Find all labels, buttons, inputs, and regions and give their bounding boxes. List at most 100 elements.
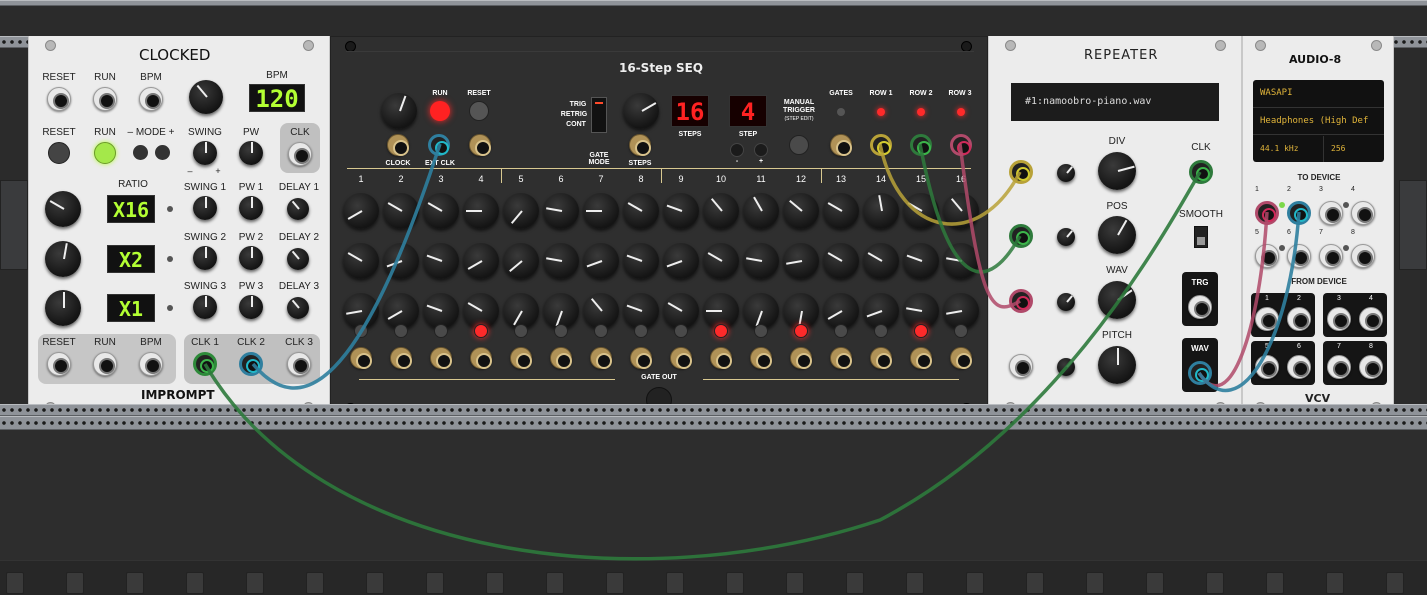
step-6-gate-button[interactable] bbox=[554, 324, 568, 338]
step-13-row-2-knob[interactable] bbox=[823, 243, 859, 279]
step-15-gate-button[interactable] bbox=[914, 324, 928, 338]
step-13-gate-button[interactable] bbox=[834, 324, 848, 338]
step-2-gate-button[interactable] bbox=[394, 324, 408, 338]
to-device-2-input-plug[interactable] bbox=[1287, 201, 1311, 225]
to-device-5-input-jack[interactable] bbox=[1255, 244, 1279, 268]
step-9-row-2-knob[interactable] bbox=[663, 243, 699, 279]
step-12-gate-button[interactable] bbox=[794, 324, 808, 338]
pos-knob[interactable] bbox=[1098, 216, 1136, 254]
mode-minus-button[interactable] bbox=[133, 145, 148, 160]
steps-input-jack[interactable] bbox=[629, 134, 651, 156]
run-input-jack[interactable] bbox=[93, 87, 117, 111]
to-device-7-input-jack[interactable] bbox=[1319, 244, 1343, 268]
step-14-gate-button[interactable] bbox=[874, 324, 888, 338]
step-14-row-1-knob[interactable] bbox=[863, 193, 899, 229]
row-3-output-plug[interactable] bbox=[950, 134, 972, 156]
clk-2-output-plug[interactable] bbox=[239, 352, 263, 376]
pos-cv-input-plug[interactable] bbox=[1009, 224, 1033, 248]
pitch-attenuator-knob[interactable] bbox=[1057, 358, 1075, 376]
step-10-row-2-knob[interactable] bbox=[703, 243, 739, 279]
from-device-5-output-jack[interactable] bbox=[1255, 355, 1279, 379]
reset-button[interactable] bbox=[48, 142, 70, 164]
step-6-row-2-knob[interactable] bbox=[543, 243, 579, 279]
step-1-row-1-knob[interactable] bbox=[343, 193, 379, 229]
step-12-row-1-knob[interactable] bbox=[783, 193, 819, 229]
swing-3-knob[interactable] bbox=[193, 295, 217, 319]
clk-input-plug[interactable] bbox=[1189, 160, 1213, 184]
manual-trigger-button[interactable] bbox=[789, 135, 809, 155]
step-14-row-2-knob[interactable] bbox=[863, 243, 899, 279]
block-size-select[interactable]: 256 bbox=[1331, 144, 1345, 153]
from-device-8-output-jack[interactable] bbox=[1359, 355, 1383, 379]
from-device-1-output-jack[interactable] bbox=[1255, 307, 1279, 331]
step-7-gate-button[interactable] bbox=[594, 324, 608, 338]
from-device-7-output-jack[interactable] bbox=[1327, 355, 1351, 379]
step-1-gate-output-jack[interactable] bbox=[350, 347, 372, 369]
step-minus-button[interactable] bbox=[730, 143, 744, 157]
step-2-row-2-knob[interactable] bbox=[383, 243, 419, 279]
step-4-gate-button[interactable] bbox=[474, 324, 488, 338]
step-12-gate-output-jack[interactable] bbox=[790, 347, 812, 369]
pw-2-knob[interactable] bbox=[239, 246, 263, 270]
pw-knob[interactable] bbox=[239, 141, 263, 165]
step-9-gate-output-jack[interactable] bbox=[670, 347, 692, 369]
clock-knob[interactable] bbox=[381, 93, 417, 129]
step-4-row-2-knob[interactable] bbox=[463, 243, 499, 279]
step-3-row-2-knob[interactable] bbox=[423, 243, 459, 279]
step-6-row-1-knob[interactable] bbox=[543, 193, 579, 229]
step-13-gate-output-jack[interactable] bbox=[830, 347, 852, 369]
driver-select[interactable]: WASAPI bbox=[1260, 88, 1293, 98]
reset-input-jack[interactable] bbox=[47, 87, 71, 111]
gates-output-jack[interactable] bbox=[830, 134, 852, 156]
pos-attenuator-knob[interactable] bbox=[1057, 228, 1075, 246]
div-knob[interactable] bbox=[1098, 152, 1136, 190]
sample-file-display[interactable]: #1:namoobro-piano.wav bbox=[1011, 83, 1219, 121]
ratio-knob-3[interactable] bbox=[45, 290, 81, 326]
step-10-gate-output-jack[interactable] bbox=[710, 347, 732, 369]
step-8-row-1-knob[interactable] bbox=[623, 193, 659, 229]
bpm-output-jack[interactable] bbox=[139, 352, 163, 376]
step-9-gate-button[interactable] bbox=[674, 324, 688, 338]
step-5-row-2-knob[interactable] bbox=[503, 243, 539, 279]
ext-clk-input-plug[interactable] bbox=[428, 134, 450, 156]
step-7-gate-output-jack[interactable] bbox=[590, 347, 612, 369]
step-15-row-2-knob[interactable] bbox=[903, 243, 939, 279]
ratio-knob-1[interactable] bbox=[45, 191, 81, 227]
delay-1-knob[interactable] bbox=[287, 198, 309, 220]
to-device-4-input-jack[interactable] bbox=[1351, 201, 1375, 225]
from-device-4-output-jack[interactable] bbox=[1359, 307, 1383, 331]
run-output-jack[interactable] bbox=[93, 352, 117, 376]
delay-3-knob[interactable] bbox=[287, 297, 309, 319]
mode-plus-button[interactable] bbox=[155, 145, 170, 160]
step-15-gate-output-jack[interactable] bbox=[910, 347, 932, 369]
swing-1-knob[interactable] bbox=[193, 196, 217, 220]
step-11-row-1-knob[interactable] bbox=[743, 193, 779, 229]
step-3-row-1-knob[interactable] bbox=[423, 193, 459, 229]
pitch-cv-input-jack[interactable] bbox=[1009, 354, 1033, 378]
step-plus-button[interactable] bbox=[754, 143, 768, 157]
pitch-knob[interactable] bbox=[1098, 346, 1136, 384]
device-select[interactable]: Headphones (High Def bbox=[1260, 116, 1384, 126]
to-device-6-input-jack[interactable] bbox=[1287, 244, 1311, 268]
to-device-1-input-plug[interactable] bbox=[1255, 201, 1279, 225]
step-5-gate-button[interactable] bbox=[514, 324, 528, 338]
wav-knob[interactable] bbox=[1098, 281, 1136, 319]
step-8-row-2-knob[interactable] bbox=[623, 243, 659, 279]
step-1-gate-button[interactable] bbox=[354, 324, 368, 338]
swing-knob[interactable] bbox=[193, 141, 217, 165]
trg-input-jack[interactable] bbox=[1188, 295, 1212, 319]
step-15-row-1-knob[interactable] bbox=[903, 193, 939, 229]
step-16-row-2-knob[interactable] bbox=[943, 243, 979, 279]
step-10-row-1-knob[interactable] bbox=[703, 193, 739, 229]
step-11-gate-output-jack[interactable] bbox=[750, 347, 772, 369]
from-device-6-output-jack[interactable] bbox=[1287, 355, 1311, 379]
run-button[interactable] bbox=[430, 101, 450, 121]
step-11-gate-button[interactable] bbox=[754, 324, 768, 338]
step-14-gate-output-jack[interactable] bbox=[870, 347, 892, 369]
step-4-gate-output-jack[interactable] bbox=[470, 347, 492, 369]
gate-mode-switch[interactable] bbox=[591, 97, 607, 133]
step-3-gate-output-jack[interactable] bbox=[430, 347, 452, 369]
pw-3-knob[interactable] bbox=[239, 295, 263, 319]
smooth-switch[interactable] bbox=[1194, 226, 1208, 248]
ratio-knob-2[interactable] bbox=[45, 241, 81, 277]
